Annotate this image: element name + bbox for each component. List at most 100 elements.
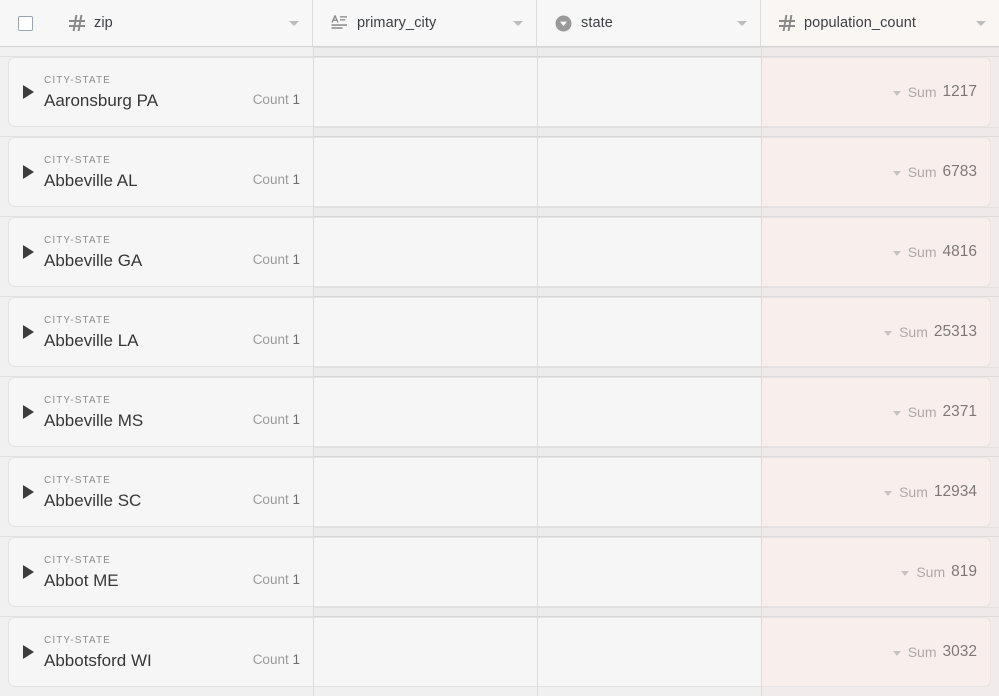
row-gap xyxy=(313,207,999,217)
group-count[interactable]: Count 1 xyxy=(253,238,314,267)
group-cell-population-count-summary[interactable]: Sum 12934 xyxy=(762,458,990,526)
expand-group-triangle-icon[interactable] xyxy=(23,85,34,99)
chevron-down-icon[interactable] xyxy=(892,90,901,96)
group-field-label: CITY-STATE xyxy=(44,474,111,486)
group-card[interactable]: CITY-STATE Abbeville AL Count 1 Sum 6783 xyxy=(8,137,991,207)
chevron-down-icon[interactable] xyxy=(737,20,747,26)
group-cell-population-count-summary[interactable]: Sum 6783 xyxy=(762,138,990,206)
column-header-population-count[interactable]: population_count xyxy=(761,0,999,46)
row-gap-left xyxy=(0,47,313,57)
chevron-down-icon[interactable] xyxy=(892,250,901,256)
group-cell-primary-city[interactable] xyxy=(314,458,538,526)
group-summary-cell[interactable]: CITY-STATE Abbeville MS Count 1 xyxy=(9,378,314,446)
group-cell-state[interactable] xyxy=(538,538,762,606)
group-summary-cell[interactable]: CITY-STATE Abbeville SC Count 1 xyxy=(9,458,314,526)
row-gap xyxy=(313,607,999,617)
group-cell-population-count-summary[interactable]: Sum 4816 xyxy=(762,218,990,286)
group-cell-primary-city[interactable] xyxy=(314,378,538,446)
count-label: Count xyxy=(252,571,289,587)
group-card[interactable]: CITY-STATE Abbeville GA Count 1 Sum 4816 xyxy=(8,217,991,287)
group-value: Abbeville GA xyxy=(44,250,143,270)
row-gap xyxy=(313,367,999,377)
group-cell-population-count-summary[interactable]: Sum 3032 xyxy=(762,618,990,686)
group-cell-primary-city[interactable] xyxy=(314,218,538,286)
group-cell-population-count-summary[interactable]: Sum 1217 xyxy=(762,58,990,126)
group-count[interactable]: Count 1 xyxy=(253,78,314,107)
column-header-primary-city[interactable]: primary_city xyxy=(313,0,537,46)
group-field-label: CITY-STATE xyxy=(44,394,111,406)
group-text: CITY-STATE Aaronsburg PA xyxy=(40,74,253,111)
group-cell-state[interactable] xyxy=(538,138,762,206)
summary-value: 25313 xyxy=(933,323,977,340)
expand-group-triangle-icon[interactable] xyxy=(23,325,34,339)
chevron-down-icon[interactable] xyxy=(892,170,901,176)
expand-group-triangle-icon[interactable] xyxy=(23,645,34,659)
group-cell-primary-city[interactable] xyxy=(314,538,538,606)
group-count[interactable]: Count 1 xyxy=(253,318,314,347)
group-summary-cell[interactable]: CITY-STATE Abbeville GA Count 1 xyxy=(9,218,314,286)
chevron-down-icon[interactable] xyxy=(976,20,986,26)
group-summary-cell[interactable]: CITY-STATE Aaronsburg PA Count 1 xyxy=(9,58,314,126)
group-cell-primary-city[interactable] xyxy=(314,298,538,366)
group-field-label: CITY-STATE xyxy=(44,154,111,166)
expand-group-triangle-icon[interactable] xyxy=(23,165,34,179)
group-summary-cell[interactable]: CITY-STATE Abbeville AL Count 1 xyxy=(9,138,314,206)
group-count[interactable]: Count 1 xyxy=(253,398,314,427)
group-count[interactable]: Count 1 xyxy=(253,158,314,187)
row-gap-left xyxy=(0,207,313,217)
group-summary-cell[interactable]: CITY-STATE Abbot ME Count 1 xyxy=(9,538,314,606)
chevron-down-icon[interactable] xyxy=(884,330,893,336)
group-count[interactable]: Count 1 xyxy=(253,478,314,507)
grid-header-row: zip primary_city state population_count xyxy=(0,0,999,47)
group-cell-population-count-summary[interactable]: Sum 2371 xyxy=(762,378,990,446)
group-field-label: CITY-STATE xyxy=(44,634,111,646)
group-card[interactable]: CITY-STATE Abbotsford WI Count 1 Sum 303… xyxy=(8,617,991,687)
row-gap-left xyxy=(0,367,313,377)
group-value: Abbeville AL xyxy=(44,170,138,190)
expand-group-triangle-icon[interactable] xyxy=(23,405,34,419)
group-cell-population-count-summary[interactable]: Sum 819 xyxy=(762,538,990,606)
group-cell-state[interactable] xyxy=(538,458,762,526)
column-header-state[interactable]: state xyxy=(537,0,761,46)
expand-group-triangle-icon[interactable] xyxy=(23,485,34,499)
group-field-label: CITY-STATE xyxy=(44,74,111,86)
group-card[interactable]: CITY-STATE Abbeville SC Count 1 Sum 1293… xyxy=(8,457,991,527)
chevron-down-icon[interactable] xyxy=(892,410,901,416)
group-card[interactable]: CITY-STATE Abbot ME Count 1 Sum 819 xyxy=(8,537,991,607)
chevron-down-icon[interactable] xyxy=(892,650,901,656)
select-all-cell[interactable] xyxy=(0,0,51,46)
chevron-down-icon[interactable] xyxy=(901,570,910,576)
group-card[interactable]: CITY-STATE Abbeville LA Count 1 Sum 2531… xyxy=(8,297,991,367)
chevron-down-icon[interactable] xyxy=(884,490,893,496)
group-cell-primary-city[interactable] xyxy=(314,138,538,206)
group-cell-primary-city[interactable] xyxy=(314,58,538,126)
column-header-zip[interactable]: zip xyxy=(51,0,313,46)
row-gap-left xyxy=(0,127,313,137)
expand-group-triangle-icon[interactable] xyxy=(23,245,34,259)
group-cell-primary-city[interactable] xyxy=(314,618,538,686)
group-card[interactable]: CITY-STATE Aaronsburg PA Count 1 Sum 121… xyxy=(8,57,991,127)
group-count[interactable]: Count 1 xyxy=(253,558,314,587)
chevron-down-icon[interactable] xyxy=(289,20,299,26)
group-field-label: CITY-STATE xyxy=(44,314,111,326)
group-cell-state[interactable] xyxy=(538,618,762,686)
group-summary-cell[interactable]: CITY-STATE Abbotsford WI Count 1 xyxy=(9,618,314,686)
group-count[interactable]: Count 1 xyxy=(253,638,314,667)
group-cell-state[interactable] xyxy=(538,58,762,126)
expand-group-triangle-icon[interactable] xyxy=(23,565,34,579)
chevron-down-icon[interactable] xyxy=(513,20,523,26)
count-value: 1 xyxy=(292,651,300,667)
select-all-checkbox[interactable] xyxy=(18,15,33,31)
group-cell-state[interactable] xyxy=(538,298,762,366)
group-cell-state[interactable] xyxy=(538,218,762,286)
group-cell-state[interactable] xyxy=(538,378,762,446)
group-text: CITY-STATE Abbeville GA xyxy=(40,234,253,271)
group-card[interactable]: CITY-STATE Abbeville MS Count 1 Sum 2371 xyxy=(8,377,991,447)
count-label: Count xyxy=(252,91,289,107)
summary-value: 6783 xyxy=(942,163,977,180)
count-label: Count xyxy=(252,251,289,267)
row-gap-left xyxy=(0,527,313,537)
group-row: CITY-STATE Abbeville MS Count 1 Sum 2371 xyxy=(0,367,999,447)
group-summary-cell[interactable]: CITY-STATE Abbeville LA Count 1 xyxy=(9,298,314,366)
group-cell-population-count-summary[interactable]: Sum 25313 xyxy=(762,298,990,366)
